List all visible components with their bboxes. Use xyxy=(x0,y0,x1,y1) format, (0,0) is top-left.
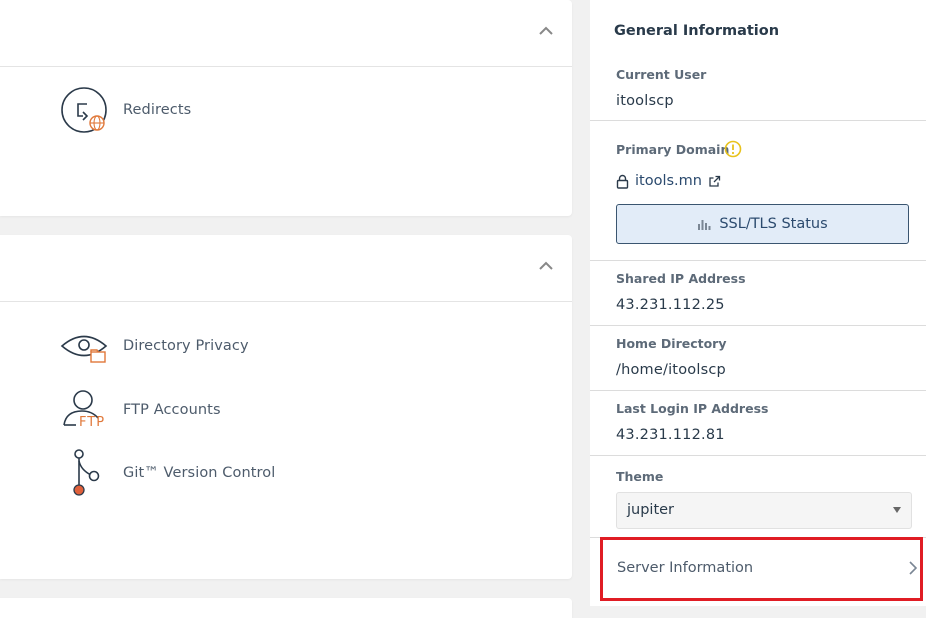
security-panel: Directory Privacy FTP FTP Accounts Git™ … xyxy=(0,235,572,579)
chevron-up-icon[interactable] xyxy=(539,26,553,35)
theme-select[interactable]: jupiter xyxy=(616,492,912,529)
chevron-right-icon[interactable] xyxy=(909,561,917,575)
server-information-row[interactable]: Server Information xyxy=(600,537,923,601)
tool-label[interactable]: Git™ Version Control xyxy=(123,465,275,481)
primary-domain-value[interactable]: itools.mn xyxy=(635,173,702,189)
shared-ip-section: Shared IP Address 43.231.112.25 xyxy=(590,261,926,326)
general-information-sidebar: General Information Current User itoolsc… xyxy=(590,0,926,606)
current-user-label: Current User xyxy=(616,67,707,82)
next-panel xyxy=(0,598,572,618)
external-link-icon[interactable] xyxy=(708,175,721,188)
last-login-ip-label: Last Login IP Address xyxy=(616,401,769,416)
ftp-icon-text: FTP xyxy=(79,415,106,430)
directory-privacy-icon xyxy=(60,321,110,371)
lock-icon xyxy=(616,174,629,189)
tool-git-version-control[interactable]: Git™ Version Control xyxy=(60,448,275,498)
ssl-tls-status-label: SSL/TLS Status xyxy=(719,216,828,232)
home-directory-section: Home Directory /home/itoolscp xyxy=(590,326,926,391)
caret-down-icon xyxy=(893,507,901,513)
bar-chart-icon xyxy=(698,220,711,230)
shared-ip-label: Shared IP Address xyxy=(616,271,746,286)
tool-redirects[interactable]: Redirects xyxy=(60,85,191,135)
tool-ftp-accounts[interactable]: FTP FTP Accounts xyxy=(60,385,221,435)
home-directory-value: /home/itoolscp xyxy=(616,362,726,378)
tool-directory-privacy[interactable]: Directory Privacy xyxy=(60,321,249,371)
last-login-ip-section: Last Login IP Address 43.231.112.81 xyxy=(590,391,926,456)
security-panel-header[interactable] xyxy=(0,235,572,302)
tool-label[interactable]: FTP Accounts xyxy=(123,402,221,418)
theme-label: Theme xyxy=(616,469,664,484)
chevron-up-icon[interactable] xyxy=(539,261,553,270)
home-directory-label: Home Directory xyxy=(616,336,727,351)
ftp-accounts-icon: FTP xyxy=(60,385,110,435)
files-panel: Redirects xyxy=(0,0,572,216)
primary-domain-label: Primary Domain xyxy=(616,142,730,157)
primary-domain-link[interactable]: itools.mn xyxy=(616,173,721,189)
ssl-tls-status-button[interactable]: SSL/TLS Status xyxy=(616,204,909,244)
last-login-ip-value: 43.231.112.81 xyxy=(616,427,725,443)
redirects-icon xyxy=(60,85,110,135)
git-icon xyxy=(60,448,110,498)
warning-icon[interactable] xyxy=(724,140,742,158)
tool-label[interactable]: Redirects xyxy=(123,102,191,118)
current-user-section: Current User itoolscp xyxy=(590,0,926,121)
files-panel-header[interactable] xyxy=(0,0,572,67)
server-information-label[interactable]: Server Information xyxy=(617,560,753,576)
shared-ip-value: 43.231.112.25 xyxy=(616,297,725,313)
current-user-value: itoolscp xyxy=(616,93,674,109)
tool-label[interactable]: Directory Privacy xyxy=(123,338,249,354)
theme-selected-value: jupiter xyxy=(627,502,675,518)
